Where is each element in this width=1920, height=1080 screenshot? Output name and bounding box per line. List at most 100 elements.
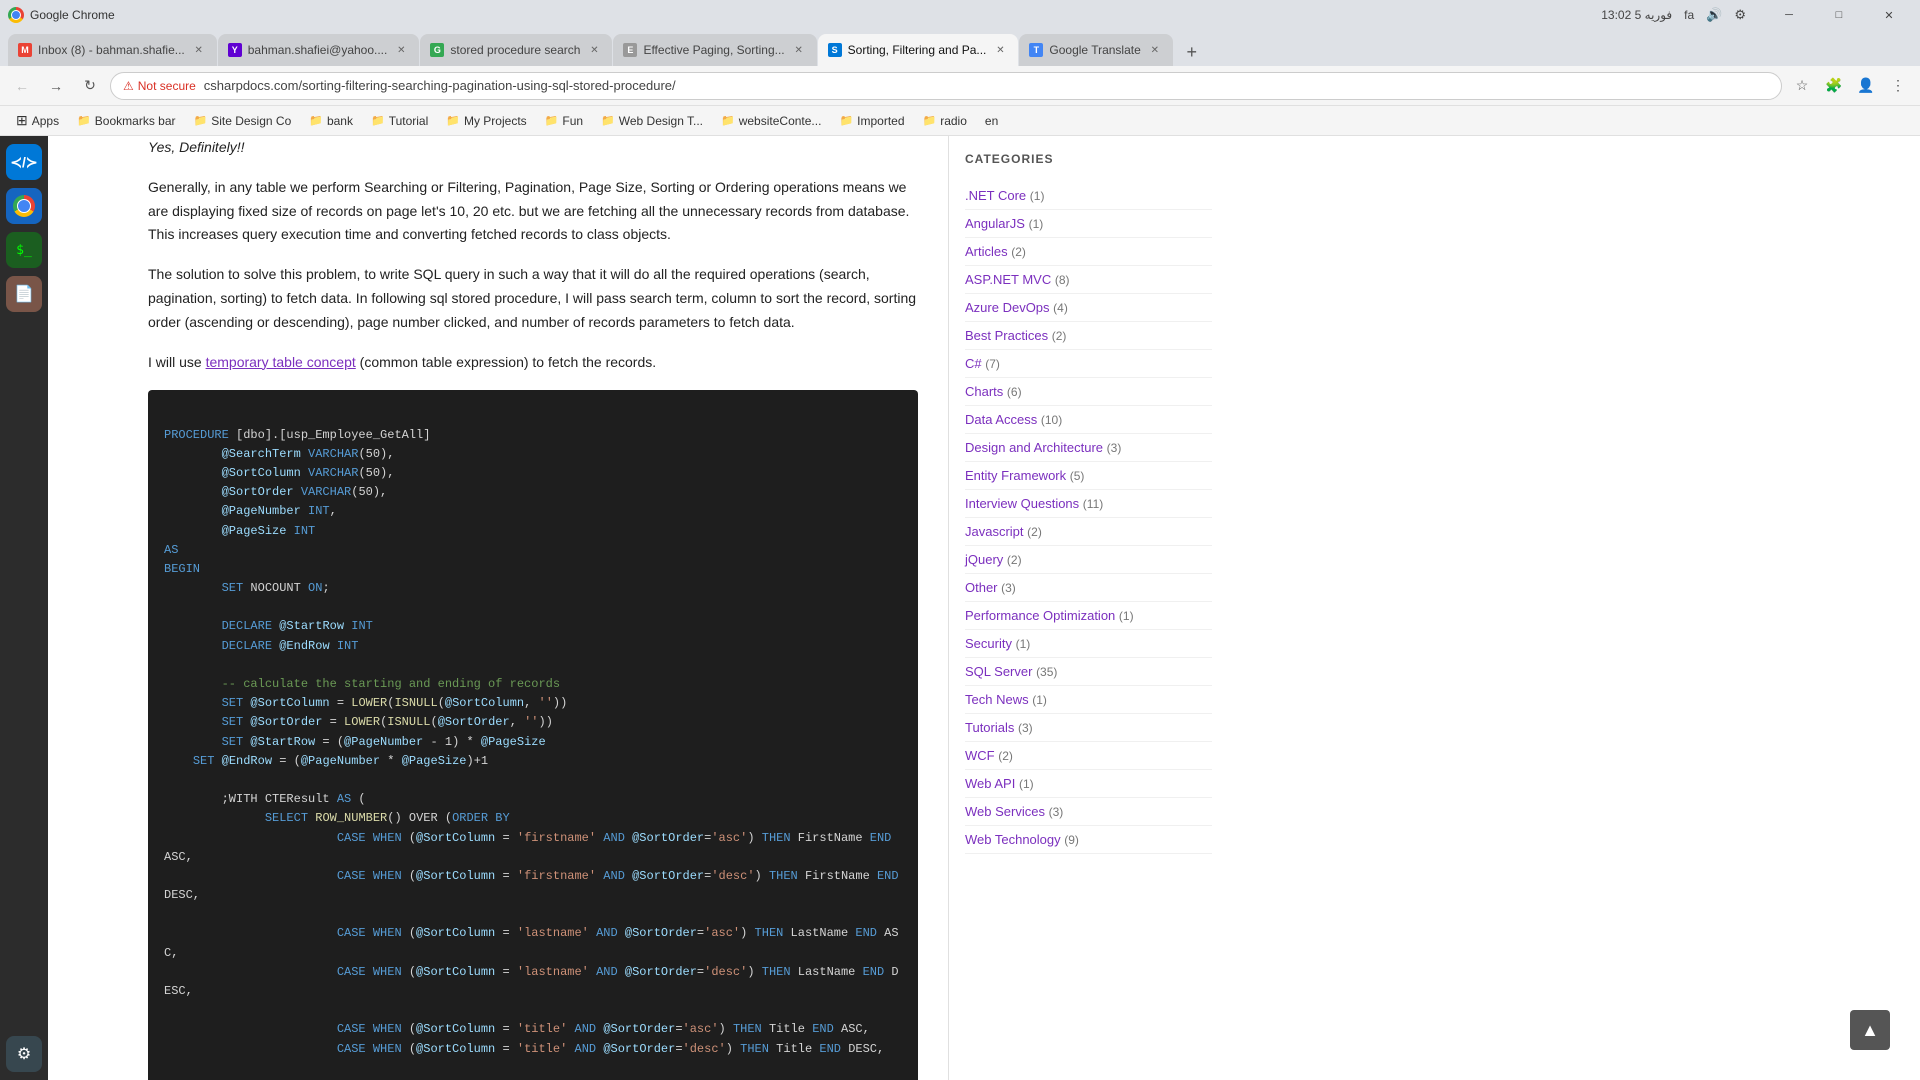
profile-icon[interactable]: 👤 [1852,72,1880,100]
bookmark-fun[interactable]: 📁Fun [537,109,591,133]
category-item[interactable]: Tech News (1) [965,686,1212,714]
tab-tab-gmail[interactable]: MInbox (8) - bahman.shafie...✕ [8,34,217,66]
tab-close-tab-yahoo[interactable]: ✕ [393,42,409,58]
category-item[interactable]: Azure DevOps (4) [965,294,1212,322]
category-item[interactable]: SQL Server (35) [965,658,1212,686]
back-button[interactable]: ← [8,72,36,100]
titlebar-lang: fa [1684,8,1694,22]
category-item[interactable]: Javascript (2) [965,518,1212,546]
category-item[interactable]: WCF (2) [965,742,1212,770]
window-controls[interactable]: ─ □ ✕ [1766,0,1912,30]
category-item[interactable]: Data Access (10) [965,406,1212,434]
category-item[interactable]: Security (1) [965,630,1212,658]
category-item[interactable]: Web Services (3) [965,798,1212,826]
category-item[interactable]: AngularJS (1) [965,210,1212,238]
titlebar-time: فوریه 5 13:02 [1601,8,1672,22]
bookmark-my-projects[interactable]: 📁My Projects [438,109,534,133]
category-item[interactable]: Best Practices (2) [965,322,1212,350]
titlebar-left: Google Chrome [8,7,115,23]
category-item[interactable]: Web Technology (9) [965,826,1212,854]
tab-tab-paging[interactable]: EEffective Paging, Sorting...✕ [613,34,816,66]
tab-tab-current[interactable]: SSorting, Filtering and Pa...✕ [818,34,1019,66]
titlebar-sound[interactable]: 🔊 [1706,7,1722,23]
tab-close-tab-gmail[interactable]: ✕ [191,42,207,58]
reload-button[interactable]: ↻ [76,72,104,100]
titlebar-right: فوریه 5 13:02 fa 🔊 ⚙ ─ □ ✕ [1601,0,1912,30]
article-para1: Generally, in any table we perform Searc… [148,176,918,247]
bookmark-site-design-co[interactable]: 📁Site Design Co [186,109,300,133]
bookmark-radio[interactable]: 📁radio [915,109,975,133]
categories-title: CATEGORIES [965,152,1212,166]
bookmark-en[interactable]: en [977,109,1006,133]
titlebar-app-name: Google Chrome [30,8,115,22]
chrome-icon [8,7,24,23]
category-item[interactable]: Charts (6) [965,378,1212,406]
close-button[interactable]: ✕ [1866,0,1912,30]
dock-item-terminal[interactable]: $_ [6,232,42,268]
category-item[interactable]: Performance Optimization (1) [965,602,1212,630]
minimize-button[interactable]: ─ [1766,0,1812,30]
dock-item-vscode[interactable]: ≺/≻ [6,144,42,180]
category-item[interactable]: Design and Architecture (3) [965,434,1212,462]
security-indicator: ⚠ Not secure [123,79,196,93]
dock-item-chrome[interactable] [6,188,42,224]
bookmark-websiteconte...[interactable]: 📁websiteConte... [713,109,829,133]
tab-favicon-tab-paging: E [623,43,637,57]
tab-favicon-tab-gmail: M [18,43,32,57]
tabbar: MInbox (8) - bahman.shafie...✕Ybahman.sh… [0,30,1920,66]
extensions-icon[interactable]: 🧩 [1820,72,1848,100]
category-item[interactable]: Tutorials (3) [965,714,1212,742]
tab-favicon-tab-translate: T [1029,43,1043,57]
bookmark-tutorial[interactable]: 📁Tutorial [363,109,436,133]
temp-table-link[interactable]: temporary table concept [206,354,356,370]
article-para3: I will use temporary table concept (comm… [148,351,918,375]
tab-label-tab-current: Sorting, Filtering and Pa... [848,43,987,57]
category-item[interactable]: .NET Core (1) [965,182,1212,210]
tab-label-tab-stored: stored procedure search [450,43,580,57]
url-bar[interactable]: ⚠ Not secure csharpdocs.com/sorting-filt… [110,72,1782,100]
maximize-button[interactable]: □ [1816,0,1862,30]
category-item[interactable]: Other (3) [965,574,1212,602]
dock-item-settings[interactable]: ⚙ [6,1036,42,1072]
tab-favicon-tab-stored: G [430,43,444,57]
security-label: Not secure [138,79,196,93]
url-text: csharpdocs.com/sorting-filtering-searchi… [204,78,676,93]
bookmark-apps[interactable]: ⊞Apps [8,109,67,133]
tab-tab-translate[interactable]: T Google Translate ✕ [1019,34,1172,66]
forward-button[interactable]: → [42,72,70,100]
sidebar-right: CATEGORIES .NET Core (1)AngularJS (1)Art… [948,136,1228,1080]
tab-tab-stored[interactable]: Gstored procedure search ✕ [420,34,612,66]
tab-label-tab-translate: Google Translate [1049,43,1140,57]
tab-close-tab-translate[interactable]: ✕ [1147,42,1163,58]
bookmarksbar: ⊞Apps📁Bookmarks bar📁Site Design Co📁bank📁… [0,106,1920,136]
tab-label-tab-yahoo: bahman.shafiei@yahoo.... [248,43,388,57]
new-tab-button[interactable]: + [1178,38,1206,66]
titlebar-settings[interactable]: ⚙ [1734,7,1746,23]
article-area: Yes, Definitely!! Generally, in any tabl… [48,136,948,1080]
bookmark-star-icon[interactable]: ☆ [1788,72,1816,100]
bookmark-web-design-t...[interactable]: 📁Web Design T... [593,109,711,133]
page-wrapper: Yes, Definitely!! Generally, in any tabl… [48,136,1920,1080]
article-intro: Yes, Definitely!! [148,136,918,160]
bookmark-bookmarks-bar[interactable]: 📁Bookmarks bar [69,109,183,133]
tab-close-tab-current[interactable]: ✕ [992,42,1008,58]
category-item[interactable]: C# (7) [965,350,1212,378]
scroll-to-top-button[interactable]: ▲ [1850,1010,1890,1050]
tab-close-tab-paging[interactable]: ✕ [791,42,807,58]
tab-favicon-tab-yahoo: Y [228,43,242,57]
category-item[interactable]: Web API (1) [965,770,1212,798]
dock: ≺/≻ $_ 📄 ⚙ [0,136,48,1080]
para3-prefix: I will use [148,354,206,370]
category-item[interactable]: jQuery (2) [965,546,1212,574]
category-item[interactable]: Entity Framework (5) [965,462,1212,490]
bookmark-bank[interactable]: 📁bank [301,109,361,133]
bookmark-imported[interactable]: 📁Imported [831,109,912,133]
tab-tab-yahoo[interactable]: Ybahman.shafiei@yahoo.... ✕ [218,34,420,66]
tab-close-tab-stored[interactable]: ✕ [586,42,602,58]
article-para2: The solution to solve this problem, to w… [148,263,918,334]
category-item[interactable]: Interview Questions (11) [965,490,1212,518]
menu-icon[interactable]: ⋮ [1884,72,1912,100]
dock-item-file[interactable]: 📄 [6,276,42,312]
category-item[interactable]: Articles (2) [965,238,1212,266]
category-item[interactable]: ASP.NET MVC (8) [965,266,1212,294]
